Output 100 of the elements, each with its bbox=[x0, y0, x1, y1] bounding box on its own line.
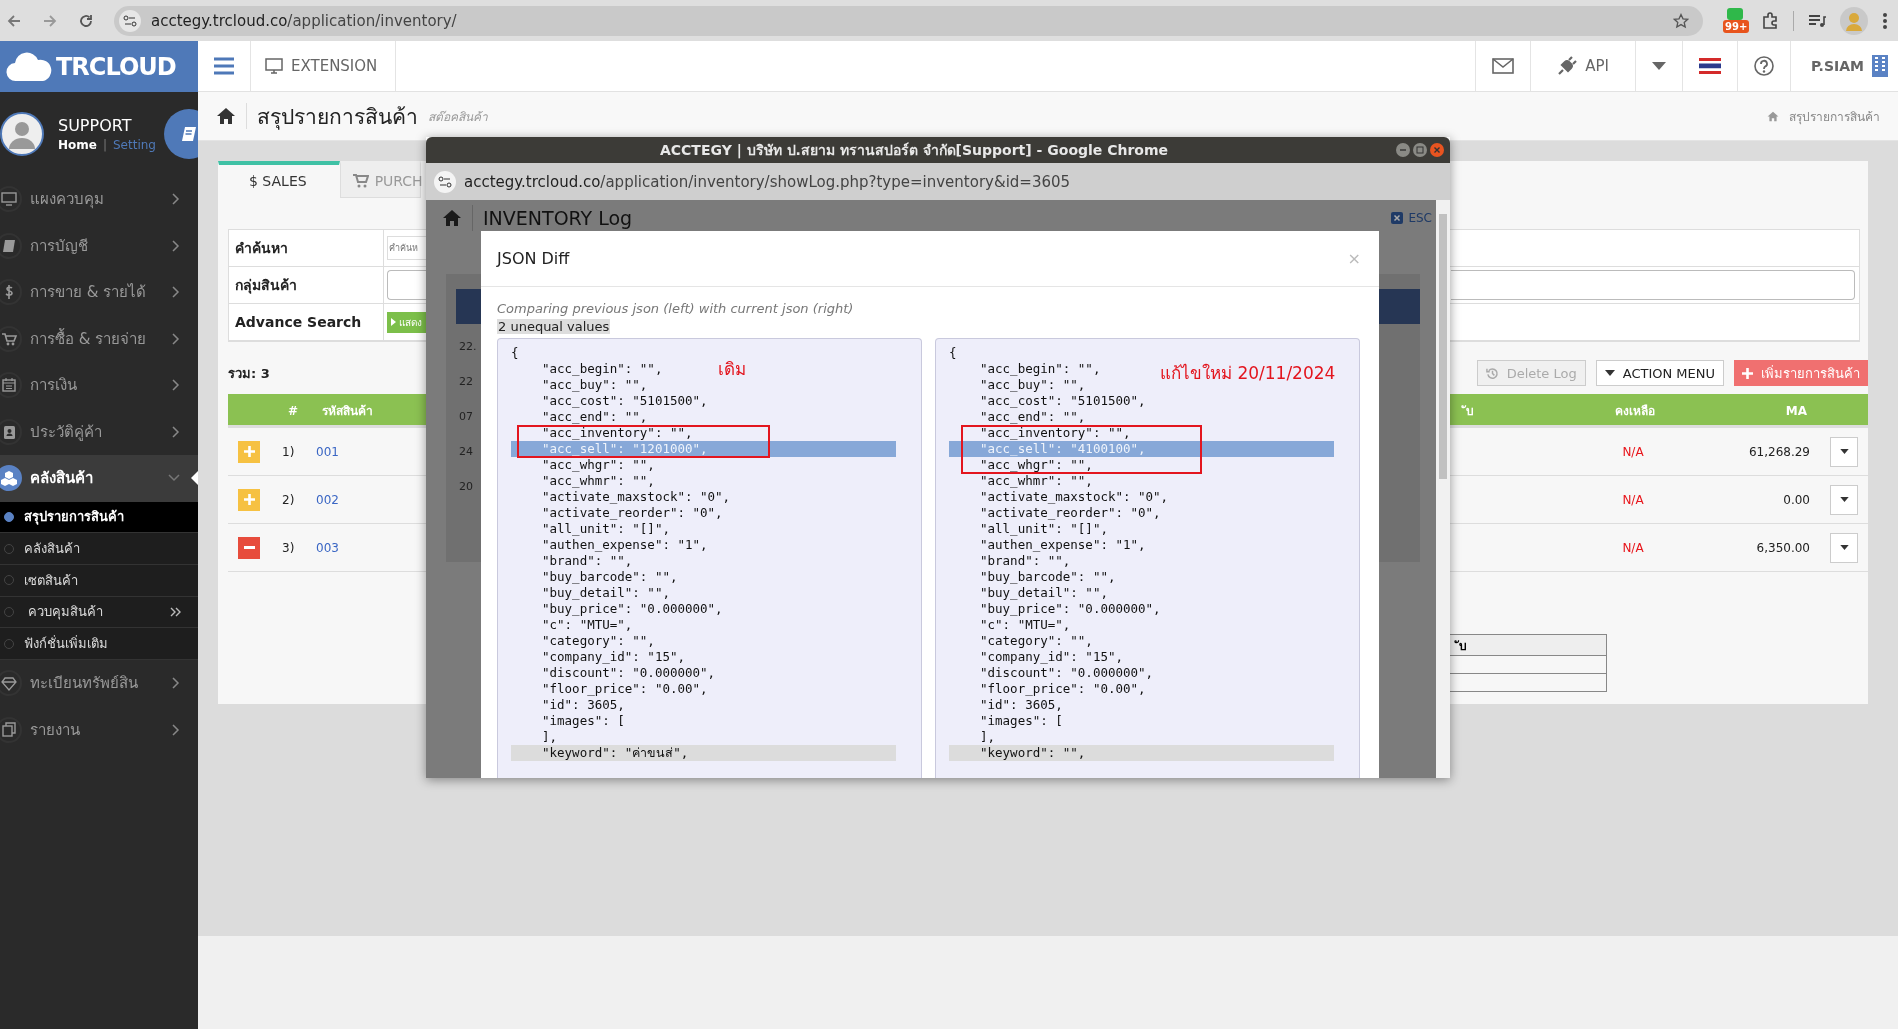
chevron-right-icon bbox=[172, 332, 180, 345]
code-line: "acc_whmr": "", bbox=[979, 473, 1093, 489]
site-settings-icon[interactable] bbox=[119, 9, 141, 32]
row-menu-button[interactable] bbox=[1830, 484, 1858, 515]
forward-icon[interactable] bbox=[42, 12, 58, 29]
extension-button[interactable]: EXTENSION bbox=[251, 41, 397, 91]
url-text: acctegy.trcloud.co/application/inventory/showLog.php?type=inventory&id=3605 bbox=[464, 172, 1071, 191]
code-line: "brand": "", bbox=[541, 553, 633, 569]
close-box-icon bbox=[1391, 212, 1404, 224]
sidebar-item[interactable]: แผงควบคุม bbox=[0, 176, 198, 223]
sidebar-item[interactable]: การขาย & รายได้ bbox=[0, 269, 198, 316]
code-line: "authen_expense": "1", bbox=[541, 537, 708, 553]
book-icon bbox=[180, 125, 198, 143]
product-code-link[interactable]: 002 bbox=[316, 492, 339, 507]
minimize-icon[interactable] bbox=[1396, 143, 1410, 157]
chevron-right-icon bbox=[172, 677, 180, 690]
double-chevron-icon bbox=[170, 606, 182, 617]
group-select[interactable] bbox=[387, 270, 427, 300]
code-line: "acc_inventory": "", bbox=[979, 425, 1131, 441]
code-line: "acc_end": "", bbox=[541, 409, 648, 425]
code-line: "buy_detail": "", bbox=[979, 585, 1108, 601]
submenu-item[interactable]: ฟังก์ชั่นเพิ่มเติม bbox=[0, 628, 198, 660]
submenu-item[interactable]: คลังสินค้า bbox=[0, 533, 198, 565]
address-bar[interactable]: acctegy.trcloud.co/application/inventory/showLog.php?type=inventory&id=3605 bbox=[426, 163, 1450, 200]
maximize-icon[interactable] bbox=[1413, 143, 1427, 157]
code-line: "c": "MTU=", bbox=[979, 617, 1071, 633]
history-icon bbox=[1485, 366, 1499, 380]
submenu-item[interactable]: ควบคุมสินค้า bbox=[0, 596, 198, 629]
minus-icon bbox=[243, 546, 255, 549]
monitor-icon bbox=[265, 58, 283, 74]
esc-button[interactable]: ESC bbox=[1391, 211, 1432, 225]
action-menu-button[interactable]: ACTION MENU bbox=[1595, 360, 1724, 386]
chevron-down-icon bbox=[168, 474, 180, 483]
row-menu-button[interactable] bbox=[1830, 532, 1858, 563]
dialog-title: JSON Diff bbox=[497, 249, 570, 268]
sidebar-item[interactable]: ทะเบียนทรัพย์สิน bbox=[0, 659, 198, 707]
submenu-item[interactable]: เซตสินค้า bbox=[0, 564, 198, 597]
puzzle-icon[interactable] bbox=[1761, 11, 1779, 30]
code-line: "activate_maxstock": "0", bbox=[541, 489, 731, 505]
log-row-text: 22 bbox=[459, 375, 473, 388]
ma-cell: 0.00 bbox=[1783, 492, 1810, 507]
sidebar-item[interactable]: คลังสินค้า bbox=[0, 455, 198, 502]
home-link[interactable]: Home bbox=[58, 138, 97, 152]
code-line: "acc_begin": "", bbox=[979, 361, 1101, 377]
caret-down-icon bbox=[1604, 370, 1615, 376]
breadcrumb-link[interactable]: สรุปรายการสินค้า bbox=[1789, 106, 1880, 126]
summary-label: 2 unequal values bbox=[497, 319, 611, 334]
sidebar-item[interactable]: การเงิน bbox=[0, 362, 198, 409]
scrollbar[interactable] bbox=[1436, 200, 1450, 778]
code-line: "acc_whgr": "", bbox=[979, 457, 1093, 473]
collapse-button[interactable] bbox=[238, 536, 260, 559]
flag-icon bbox=[1698, 58, 1721, 74]
site-settings-icon[interactable] bbox=[434, 170, 456, 193]
row-menu-button[interactable] bbox=[1830, 436, 1858, 467]
submenu-item[interactable]: สรุปรายการสินค้า bbox=[0, 501, 198, 534]
logo-text: TRCLOUD bbox=[56, 52, 176, 81]
add-item-button[interactable]: เพิ่มรายการสินค้า bbox=[1734, 360, 1868, 386]
code-line: "acc_inventory": "", bbox=[541, 425, 693, 441]
code-line: "authen_expense": "1", bbox=[979, 537, 1146, 553]
code-line: "buy_price": "0.000000", bbox=[541, 601, 723, 617]
code-line: "acc_cost": "5101500", bbox=[541, 393, 708, 409]
page-title: INVENTORY Log bbox=[483, 207, 633, 229]
home-icon[interactable] bbox=[216, 107, 236, 125]
code-line: "activate_maxstock": "0", bbox=[979, 489, 1169, 505]
product-code-link[interactable]: 003 bbox=[316, 540, 339, 555]
setting-link[interactable]: Setting bbox=[113, 138, 156, 152]
product-code-link[interactable]: 001 bbox=[316, 444, 339, 459]
reload-icon[interactable] bbox=[78, 12, 94, 29]
code-line: "acc_buy": "", bbox=[979, 377, 1086, 393]
boxes-icon bbox=[0, 469, 18, 488]
code-line: "buy_barcode": "", bbox=[541, 569, 678, 585]
company-button[interactable]: P.SIAM bbox=[1790, 41, 1898, 91]
address-bar[interactable]: acctegy.trcloud.co/application/inventory/ bbox=[114, 5, 1703, 36]
code-line: "company_id": "15", bbox=[541, 649, 685, 665]
avatar-icon bbox=[0, 112, 44, 156]
search-field[interactable]: คำค้นห bbox=[387, 236, 427, 260]
back-icon[interactable] bbox=[6, 12, 22, 29]
notification-badge: 99+ bbox=[1723, 19, 1750, 33]
help-icon bbox=[1753, 56, 1774, 76]
code-line: "acc_end": "", bbox=[979, 409, 1086, 425]
media-list-icon[interactable] bbox=[1808, 12, 1826, 29]
column-header: MA bbox=[1784, 403, 1808, 420]
log-row-text: 24 bbox=[459, 445, 473, 458]
chevron-right-icon bbox=[172, 425, 180, 438]
annotation-label: เดิม bbox=[718, 358, 746, 381]
sidebar-item[interactable]: ประวัติคู่ค้า bbox=[0, 408, 198, 455]
code-line: "discount": "0.000000", bbox=[541, 665, 716, 681]
balance-cell: N/A bbox=[1622, 540, 1644, 555]
bookmark-star-icon[interactable] bbox=[1673, 12, 1689, 29]
sidebar-item[interactable]: การบัญชี bbox=[0, 222, 198, 269]
sidebar-item[interactable]: รายงาน bbox=[0, 706, 198, 753]
ma-cell: 61,268.29 bbox=[1748, 444, 1810, 459]
more-menu-icon[interactable] bbox=[1882, 11, 1888, 30]
mail-button[interactable] bbox=[1475, 41, 1532, 91]
sidebar-item[interactable]: การซื้อ & รายจ่าย bbox=[0, 315, 198, 362]
plus-icon bbox=[243, 446, 255, 457]
diamond-icon bbox=[0, 674, 18, 693]
api-button[interactable]: API bbox=[1531, 41, 1636, 91]
balance-cell: N/A bbox=[1622, 444, 1644, 459]
close-icon[interactable] bbox=[1430, 143, 1444, 157]
